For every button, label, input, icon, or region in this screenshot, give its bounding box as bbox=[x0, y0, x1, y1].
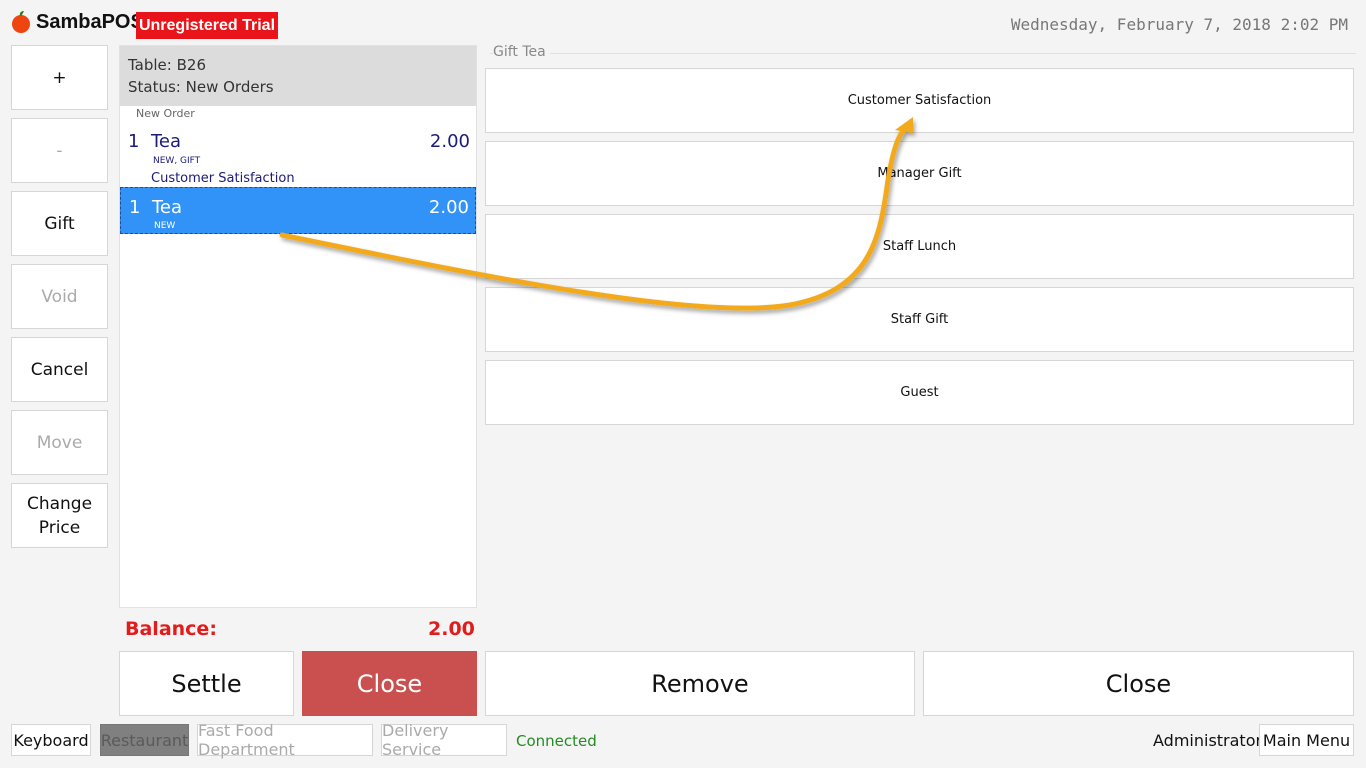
trial-badge: Unregistered Trial bbox=[136, 12, 278, 39]
remove-button[interactable]: Remove bbox=[485, 651, 915, 716]
balance-value: 2.00 bbox=[428, 618, 475, 640]
department-restaurant-tab[interactable]: Restaurant bbox=[100, 724, 189, 756]
connection-status: Connected bbox=[516, 732, 597, 750]
ticket-table: Table: B26 bbox=[128, 56, 206, 74]
ticket-status: Status: New Orders bbox=[128, 78, 274, 96]
gift-reason-staff-gift[interactable]: Staff Gift bbox=[485, 287, 1354, 352]
settle-button[interactable]: Settle bbox=[119, 651, 294, 716]
order-line[interactable]: 1 Tea 2.00 NEW, GIFT Customer Satisfacti… bbox=[120, 124, 476, 188]
samba-logo-icon bbox=[12, 11, 30, 33]
ticket-header: Table: B26 Status: New Orders bbox=[120, 46, 476, 106]
department-fast-food-tab[interactable]: Fast Food Department bbox=[197, 721, 373, 759]
gift-panel-divider bbox=[490, 53, 1356, 54]
increase-qty-button[interactable]: + bbox=[11, 45, 108, 110]
keyboard-button[interactable]: Keyboard bbox=[11, 724, 91, 756]
gift-reason-staff-lunch[interactable]: Staff Lunch bbox=[485, 214, 1354, 279]
current-user: Administrator bbox=[1153, 731, 1263, 750]
datetime-display: Wednesday, February 7, 2018 2:02 PM bbox=[1010, 15, 1348, 34]
order-qty: 1 bbox=[128, 131, 140, 152]
gift-reason-customer-satisfaction[interactable]: Customer Satisfaction bbox=[485, 68, 1354, 133]
gift-panel-title: Gift Tea bbox=[493, 44, 550, 60]
gift-reason-manager-gift[interactable]: Manager Gift bbox=[485, 141, 1354, 206]
decrease-qty-button[interactable]: - bbox=[11, 118, 108, 183]
gift-button[interactable]: Gift bbox=[11, 191, 108, 256]
move-button[interactable]: Move bbox=[11, 410, 108, 475]
balance-label: Balance: bbox=[125, 618, 217, 640]
order-name: Tea bbox=[152, 197, 183, 218]
cancel-button[interactable]: Cancel bbox=[11, 337, 108, 402]
order-group-label: New Order bbox=[136, 107, 195, 120]
close-button[interactable]: Close bbox=[923, 651, 1354, 716]
ticket-panel: Table: B26 Status: New Orders New Order … bbox=[119, 45, 477, 608]
close-ticket-button[interactable]: Close bbox=[302, 651, 477, 716]
app-name: SambaPOS bbox=[36, 10, 144, 33]
order-price: 2.00 bbox=[429, 131, 470, 152]
order-tags: NEW bbox=[154, 221, 176, 231]
order-qty: 1 bbox=[129, 197, 141, 218]
void-button[interactable]: Void bbox=[11, 264, 108, 329]
order-name: Tea bbox=[151, 131, 182, 152]
change-price-label-2: Price bbox=[38, 517, 81, 538]
order-gift-reason: Customer Satisfaction bbox=[151, 171, 295, 186]
change-price-label-1: Change bbox=[26, 493, 93, 514]
department-delivery-tab[interactable]: Delivery Service bbox=[381, 721, 507, 759]
order-tags: NEW, GIFT bbox=[153, 156, 201, 166]
order-line-selected[interactable]: 1 Tea 2.00 NEW bbox=[120, 187, 476, 234]
app-logo: SambaPOS bbox=[10, 10, 144, 34]
change-price-button[interactable]: Change Price bbox=[11, 483, 108, 548]
gift-reason-guest[interactable]: Guest bbox=[485, 360, 1354, 425]
main-menu-button[interactable]: Main Menu bbox=[1259, 724, 1354, 756]
order-price: 2.00 bbox=[428, 197, 469, 218]
